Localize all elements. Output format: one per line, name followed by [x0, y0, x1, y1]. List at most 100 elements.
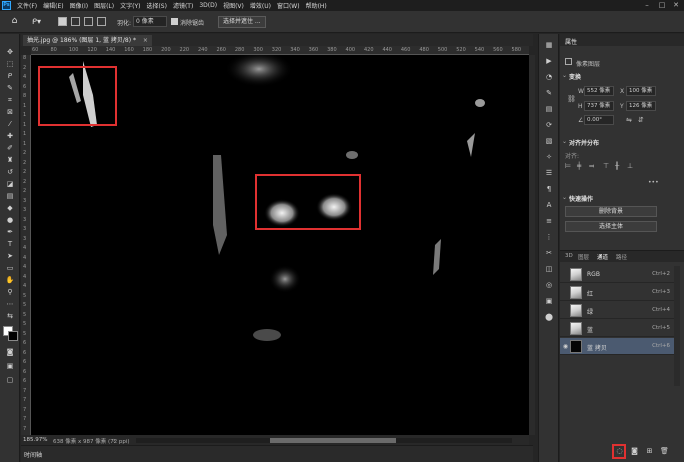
align-chevron-icon[interactable]: ⌄ — [562, 138, 567, 145]
vertical-scrollbar[interactable] — [529, 55, 535, 435]
gradient-tool-icon[interactable]: ▤ — [5, 192, 15, 201]
blur-tool-icon[interactable]: ◆ — [5, 204, 15, 213]
canvas[interactable] — [31, 55, 529, 435]
shape-tool-icon[interactable]: ▭ — [5, 264, 15, 273]
remove-background-button[interactable]: 删除背景 — [565, 206, 657, 217]
status-menu-chevron-icon[interactable]: › — [113, 437, 115, 444]
align-bottom-icon[interactable]: ⊥ — [627, 162, 633, 170]
menu-type[interactable]: 文字(Y) — [120, 1, 140, 10]
actions-panel-icon[interactable]: ▶ — [544, 56, 554, 66]
intersect-selection-icon[interactable] — [97, 17, 106, 26]
close-tab-icon[interactable]: × — [143, 37, 148, 44]
lasso-tool-icon[interactable]: ᑭ — [5, 72, 15, 81]
color-icon[interactable]: ◎ — [544, 280, 554, 290]
channel-row-blue[interactable]: 蓝 Ctrl+5 — [560, 320, 674, 337]
transform-chevron-icon[interactable]: ⌄ — [562, 72, 567, 79]
menu-filter[interactable]: 滤镜(T) — [173, 1, 193, 10]
save-selection-as-channel-icon[interactable]: ◙ — [630, 447, 639, 456]
menu-3d[interactable]: 3D(D) — [199, 2, 217, 9]
menu-edit[interactable]: 编辑(E) — [43, 1, 63, 10]
select-subject-button[interactable]: 选择主体 — [565, 221, 657, 232]
crop-tool-icon[interactable]: ⌗ — [5, 96, 15, 105]
quick-mask-icon[interactable]: ◙ — [5, 348, 15, 357]
pen-tool-icon[interactable]: ✒ — [5, 228, 15, 237]
close-window-button[interactable]: ✕ — [669, 0, 683, 11]
healing-brush-tool-icon[interactable]: ✚ — [5, 132, 15, 141]
channel-row-rgb[interactable]: RGB Ctrl+2 — [560, 266, 674, 283]
visibility-eye-icon[interactable]: ◉ — [562, 343, 569, 350]
notes-icon[interactable]: ⬤ — [544, 312, 554, 322]
quick-actions-chevron-icon[interactable]: ⌄ — [562, 194, 567, 201]
document-tab[interactable]: 抽光.jpg @ 186% (图层 1, 蓝 拷贝/8) * × — [23, 35, 152, 46]
sliders-icon[interactable]: ☰ — [544, 168, 554, 178]
marquee-tool-icon[interactable]: ⬚ — [5, 60, 15, 69]
menu-file[interactable]: 文件(F) — [17, 1, 37, 10]
glyphs-icon[interactable]: ¶ — [544, 184, 554, 194]
paragraph-icon[interactable]: ≡ — [544, 216, 554, 226]
screen-mode-icon[interactable]: ▣ — [5, 362, 15, 371]
tab-layers[interactable]: 图层 — [578, 253, 589, 261]
brush-settings-icon[interactable]: ✎ — [544, 88, 554, 98]
quick-select-tool-icon[interactable]: ✎ — [5, 84, 15, 93]
eraser-tool-icon[interactable]: ◪ — [5, 180, 15, 189]
maximize-button[interactable]: □ — [655, 0, 669, 11]
y-field[interactable]: 126 像素 — [626, 101, 656, 111]
width-field[interactable]: 552 像素 — [584, 86, 614, 96]
history-brush-tool-icon[interactable]: ↺ — [5, 168, 15, 177]
tool-presets-icon[interactable]: ✂ — [544, 248, 554, 258]
select-and-mask-button[interactable]: 选择并遮住 ... — [218, 16, 266, 28]
learn-panel-icon[interactable]: ⟳ — [544, 120, 554, 130]
flip-vertical-icon[interactable]: ⇵ — [638, 116, 644, 124]
channel-row-blue-copy[interactable]: ◉ 蓝 拷贝 Ctrl+6 — [560, 338, 674, 355]
horizontal-scroll-thumb[interactable] — [270, 438, 396, 443]
link-dimensions-icon[interactable]: ⛓ — [567, 95, 576, 103]
move-tool-icon[interactable]: ✥ — [5, 48, 15, 57]
channel-row-red[interactable]: 红 Ctrl+3 — [560, 284, 674, 301]
more-tools-icon[interactable]: ⋯ — [5, 300, 15, 309]
clone-stamp-tool-icon[interactable]: ♜ — [5, 156, 15, 165]
tab-paths[interactable]: 路径 — [616, 253, 627, 261]
align-top-icon[interactable]: ⊤ — [603, 162, 609, 170]
x-field[interactable]: 100 像素 — [626, 86, 656, 96]
menu-window[interactable]: 窗口(W) — [277, 1, 300, 10]
subtract-selection-icon[interactable] — [84, 17, 93, 26]
screen-mode-alt-icon[interactable]: ▢ — [5, 376, 15, 385]
frame-tool-icon[interactable]: ⊠ — [5, 108, 15, 117]
menu-help[interactable]: 帮助(H) — [306, 1, 327, 10]
lasso-tool-preset-icon[interactable]: ᑭ▾ — [32, 16, 46, 27]
align-more-button[interactable]: ••• — [648, 179, 659, 186]
menu-layer[interactable]: 图层(L) — [94, 1, 114, 10]
feather-input[interactable]: 0 像素 — [133, 16, 167, 27]
character-icon[interactable]: A — [544, 200, 554, 210]
height-field[interactable]: 737 像素 — [584, 101, 614, 111]
new-selection-icon[interactable] — [58, 17, 67, 26]
align-vcenter-icon[interactable]: ╫ — [615, 162, 619, 170]
menu-image[interactable]: 图像(I) — [70, 1, 88, 10]
menu-select[interactable]: 选择(S) — [146, 1, 167, 10]
zoom-tool-icon[interactable]: ⚲ — [5, 288, 15, 297]
path-select-tool-icon[interactable]: ➤ — [5, 252, 15, 261]
load-selection-icon[interactable]: ◌ — [615, 447, 624, 456]
properties-icon[interactable]: ⋮ — [544, 232, 554, 242]
angle-field[interactable]: 0.00° — [584, 115, 614, 125]
type-tool-icon[interactable]: T — [5, 240, 15, 249]
antialias-checkbox[interactable] — [171, 18, 178, 25]
libraries-icon[interactable]: ▤ — [544, 104, 554, 114]
horizontal-scrollbar[interactable] — [136, 438, 512, 443]
align-left-icon[interactable]: ⊨ — [565, 162, 571, 170]
home-icon[interactable]: ⌂ — [9, 16, 20, 27]
delete-channel-icon[interactable]: 🗑 — [660, 447, 669, 456]
brush-tool-icon[interactable]: ✐ — [5, 144, 15, 153]
channels-scrollbar[interactable] — [674, 266, 680, 386]
menu-plugins[interactable]: 增效(U) — [250, 1, 271, 10]
info-icon[interactable]: ▣ — [544, 296, 554, 306]
dodge-tool-icon[interactable]: ● — [5, 216, 15, 225]
adjustments-panel-icon[interactable]: ◔ — [544, 72, 554, 82]
styles-icon[interactable]: ✧ — [544, 152, 554, 162]
zoom-level[interactable]: 185.97% — [23, 437, 47, 443]
align-right-icon[interactable]: ⫤ — [589, 162, 594, 171]
align-hcenter-icon[interactable]: ╪ — [577, 162, 581, 170]
history-panel-icon[interactable]: ▦ — [544, 40, 554, 50]
menu-view[interactable]: 视图(V) — [223, 1, 244, 10]
background-color-swatch[interactable] — [8, 331, 18, 341]
